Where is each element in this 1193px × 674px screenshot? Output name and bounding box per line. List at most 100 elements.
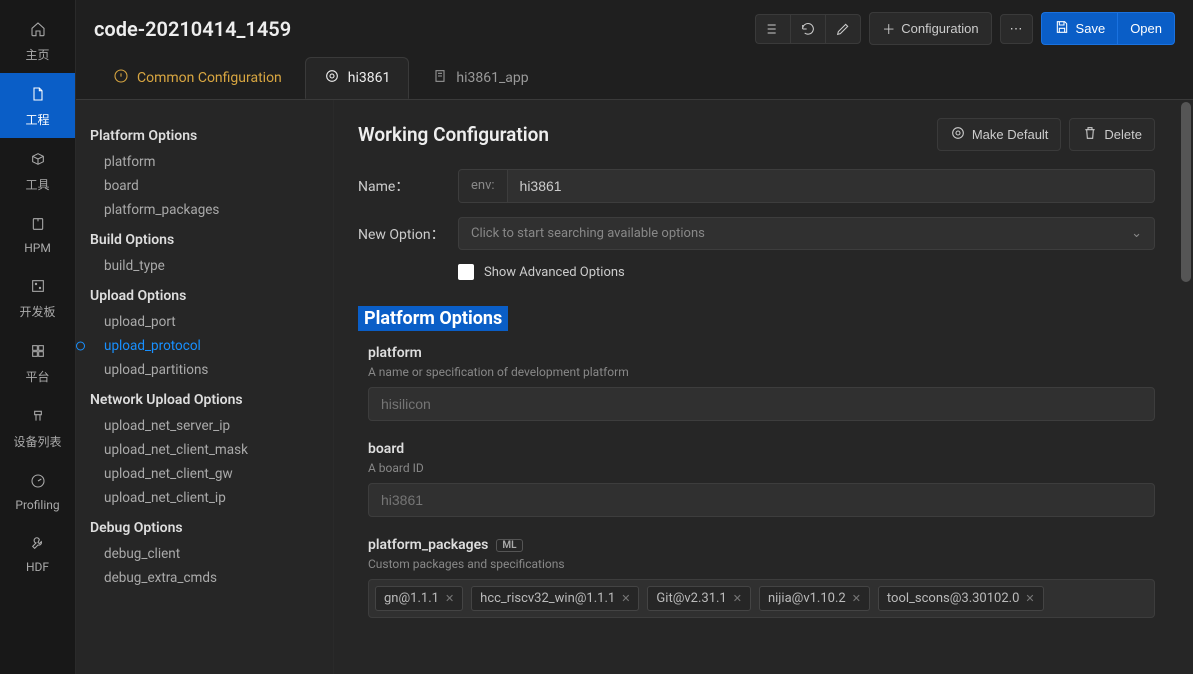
tab-hi3861[interactable]: hi3861 [305, 57, 410, 99]
close-icon[interactable]: ✕ [1025, 592, 1034, 605]
nav-item-platform-packages[interactable]: platform_packages [90, 198, 319, 222]
package-tag[interactable]: nijia@v1.10.2✕ [759, 586, 870, 611]
name-label: Name： [358, 176, 458, 196]
sidebar-item-hpm[interactable]: HPM [0, 203, 75, 265]
form-panel: Working Configuration Make Default Delet… [334, 100, 1179, 674]
tab-label: Common Configuration [137, 70, 282, 86]
scrollbar[interactable] [1179, 100, 1193, 674]
nav-item-debug-client[interactable]: debug_client [90, 542, 319, 566]
panel-actions: Make Default Delete [937, 118, 1155, 151]
project-title: code-20210414_1459 [94, 17, 291, 41]
delete-label: Delete [1104, 127, 1142, 142]
chevron-down-icon: ⌄ [1131, 226, 1142, 241]
option-platform: platform A name or specification of deve… [358, 345, 1155, 421]
package-tag[interactable]: hcc_riscv32_win@1.1.1✕ [471, 586, 639, 611]
nav-group-upload[interactable]: Upload Options [90, 288, 319, 304]
plus-icon: ＋ [882, 19, 895, 38]
nav-item-upload-partitions[interactable]: upload_partitions [90, 358, 319, 382]
tab-hi3861-app[interactable]: hi3861_app [413, 57, 547, 99]
close-icon[interactable]: ✕ [621, 592, 630, 605]
name-input[interactable] [508, 170, 1154, 202]
note-icon [432, 68, 448, 88]
nav-group-build[interactable]: Build Options [90, 232, 319, 248]
close-icon[interactable]: ✕ [445, 592, 454, 605]
list-settings-button[interactable] [755, 14, 790, 44]
nav-group-debug[interactable]: Debug Options [90, 520, 319, 536]
package-tag[interactable]: gn@1.1.1✕ [375, 586, 463, 611]
nav-item-upload-protocol[interactable]: upload_protocol [90, 334, 319, 358]
platform-input[interactable] [369, 388, 1154, 420]
sidebar-item-platform[interactable]: 平台 [0, 330, 75, 395]
box-icon [30, 148, 46, 172]
ml-badge: ML [496, 539, 522, 552]
nav-item-build-type[interactable]: build_type [90, 254, 319, 278]
panel-head: Working Configuration Make Default Delet… [358, 118, 1155, 151]
home-icon [30, 18, 46, 42]
nav-item-upload-net-server-ip[interactable]: upload_net_server_ip [90, 414, 319, 438]
name-row: Name： env: [358, 169, 1155, 203]
configuration-button[interactable]: ＋ Configuration [869, 12, 991, 45]
make-default-button[interactable]: Make Default [937, 118, 1062, 151]
platform-options-heading: Platform Options [358, 306, 508, 331]
content-area: Platform Options platform board platform… [76, 99, 1193, 674]
wrench-icon [30, 532, 46, 556]
nav-item-upload-net-client-gw[interactable]: upload_net_client_gw [90, 462, 319, 486]
save-button[interactable]: Save [1041, 12, 1118, 45]
sidebar-item-profiling[interactable]: Profiling [0, 460, 75, 522]
name-input-wrap: env: [458, 169, 1155, 203]
sidebar-item-home[interactable]: 主页 [0, 8, 75, 73]
tab-label: hi3861_app [456, 70, 528, 86]
sidebar-item-label: HDF [26, 560, 49, 574]
show-advanced-row[interactable]: Show Advanced Options [458, 264, 1155, 280]
nav-item-upload-net-client-ip[interactable]: upload_net_client_ip [90, 486, 319, 510]
topbar-actions: ＋ Configuration ⋯ Save Open [755, 12, 1175, 45]
close-icon[interactable]: ✕ [733, 592, 742, 605]
sidebar-item-label: 平台 [25, 368, 49, 385]
open-button[interactable]: Open [1117, 12, 1175, 45]
show-advanced-checkbox[interactable] [458, 264, 474, 280]
sidebar-item-board[interactable]: 开发板 [0, 265, 75, 330]
sidebar-item-hdf[interactable]: HDF [0, 522, 75, 584]
nav-item-debug-extra-cmds[interactable]: debug_extra_cmds [90, 566, 319, 590]
nav-item-platform[interactable]: platform [90, 150, 319, 174]
nav-item-upload-port[interactable]: upload_port [90, 310, 319, 334]
nav-item-upload-net-client-mask[interactable]: upload_net_client_mask [90, 438, 319, 462]
option-board: board A board ID [358, 441, 1155, 517]
platform-packages-tags[interactable]: gn@1.1.1✕ hcc_riscv32_win@1.1.1✕ Git@v2.… [368, 579, 1155, 618]
options-nav: Platform Options platform board platform… [76, 100, 334, 674]
toolbar-icon-group [755, 14, 861, 44]
name-prefix: env: [459, 170, 508, 202]
gauge-icon [30, 470, 46, 494]
main-area: code-20210414_1459 ＋ Configuration ⋯ Sav… [76, 0, 1193, 674]
board-icon [30, 275, 46, 299]
tab-label: hi3861 [348, 70, 391, 86]
delete-button[interactable]: Delete [1069, 118, 1155, 151]
open-label: Open [1130, 21, 1162, 36]
package-tag[interactable]: tool_scons@3.30102.0✕ [878, 586, 1044, 611]
more-button[interactable]: ⋯ [1000, 14, 1033, 44]
board-input[interactable] [369, 484, 1154, 516]
new-option-label: New Option： [358, 224, 458, 244]
refresh-button[interactable] [790, 14, 825, 44]
package-tag[interactable]: Git@v2.31.1✕ [647, 586, 751, 611]
sidebar-item-tools[interactable]: 工具 [0, 138, 75, 203]
nav-group-network-upload[interactable]: Network Upload Options [90, 392, 319, 408]
sidebar-item-label: HPM [24, 241, 51, 255]
tab-common-configuration[interactable]: Common Configuration [94, 57, 301, 99]
close-icon[interactable]: ✕ [852, 592, 861, 605]
new-option-row: New Option： Click to start searching ava… [358, 217, 1155, 250]
opt-desc-platform: A name or specification of development p… [368, 365, 1155, 379]
sidebar-item-devices[interactable]: 设备列表 [0, 395, 75, 460]
new-option-placeholder: Click to start searching available optio… [471, 226, 705, 241]
config-tabs: Common Configuration hi3861 hi3861_app [76, 57, 1193, 99]
sidebar-item-label: 工具 [25, 176, 49, 193]
scrollbar-thumb[interactable] [1181, 102, 1191, 282]
new-option-select[interactable]: Click to start searching available optio… [458, 217, 1155, 250]
nav-group-platform[interactable]: Platform Options [90, 128, 319, 144]
nav-item-board[interactable]: board [90, 174, 319, 198]
jig-icon [30, 405, 46, 429]
edit-button[interactable] [825, 14, 861, 44]
sidebar-item-project[interactable]: 工程 [0, 73, 75, 138]
sidebar-item-label: 主页 [25, 46, 49, 63]
left-sidebar: 主页 工程 工具 HPM 开发板 平台 设备列表 Profiling HDF [0, 0, 76, 674]
